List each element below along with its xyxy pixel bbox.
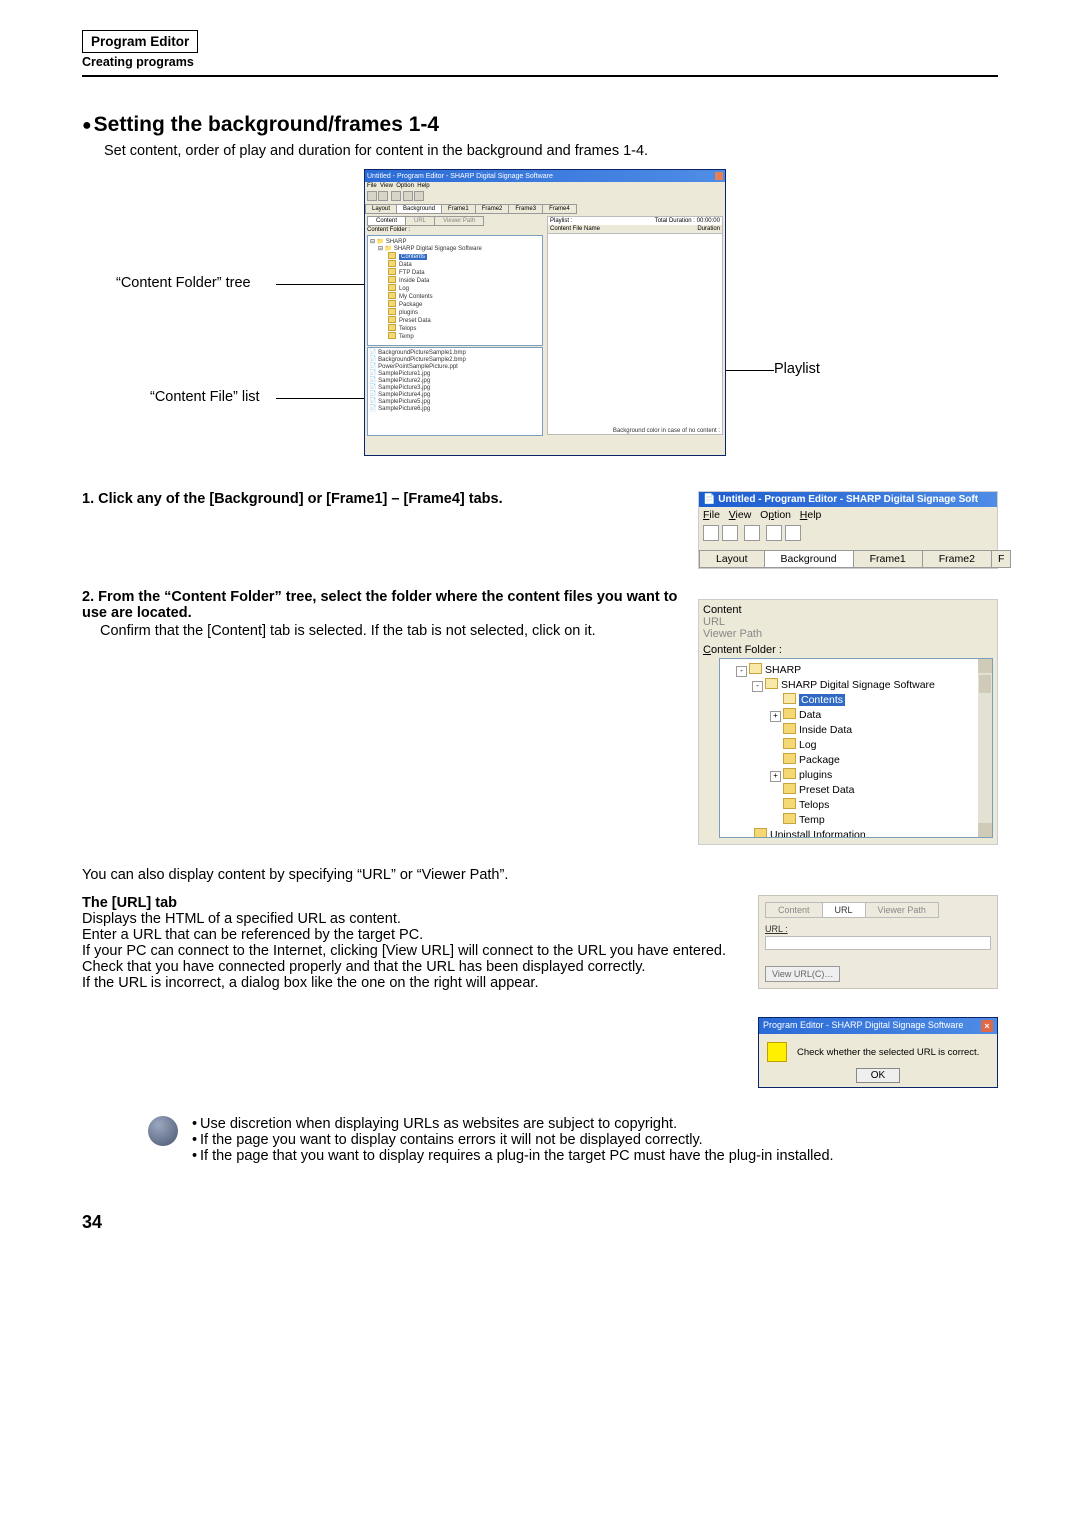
callout-content-folder-tree: “Content Folder” tree	[116, 275, 251, 291]
url-tab-head: The [URL] tab	[82, 895, 744, 911]
header-box: Program Editor	[82, 30, 198, 53]
header-rule	[82, 75, 998, 77]
callout-playlist: Playlist	[774, 361, 820, 377]
url-input[interactable]	[765, 936, 991, 950]
header-sub: Creating programs	[82, 55, 998, 69]
intro-text: Set content, order of play and duration …	[104, 143, 998, 159]
page-number: 34	[82, 1212, 998, 1233]
panel-tree-screenshot: Content URL Viewer Path Content Folder :…	[698, 599, 998, 845]
section-title: ●Setting the background/frames 1-4	[82, 113, 998, 137]
desc-url-viewer: You can also display content by specifyi…	[82, 867, 998, 883]
ok-button[interactable]: OK	[856, 1068, 900, 1083]
error-dialog: Program Editor - SHARP Digital Signage S…	[758, 1017, 998, 1088]
view-url-button[interactable]: View URL(C)…	[765, 966, 840, 982]
panel-tabs-screenshot: 📄 Untitled - Program Editor - SHARP Digi…	[698, 491, 998, 569]
app-window-screenshot: Untitled - Program Editor - SHARP Digita…	[364, 169, 726, 456]
url-section: The [URL] tab Displays the HTML of a spe…	[82, 895, 998, 1088]
figure-main: “Content Folder” tree “Content File” lis…	[82, 169, 998, 469]
close-icon[interactable]: ×	[981, 1020, 993, 1032]
url-panel-screenshot: Content URL Viewer Path URL : View URL(C…	[758, 895, 998, 989]
step-2: 2. From the “Content Folder” tree, selec…	[82, 589, 998, 845]
folder-tree: -SHARP -SHARP Digital Signage Software C…	[719, 658, 993, 838]
step-1: 1. Click any of the [Background] or [Fra…	[82, 491, 998, 569]
warning-icon	[767, 1042, 787, 1062]
filelist-mini: 📄 BackgroundPictureSample1.bmp📄 Backgrou…	[367, 347, 543, 436]
callout-content-file-list: “Content File” list	[150, 389, 260, 405]
note-icon	[148, 1116, 178, 1146]
tree-mini: ⊟ 📁 SHARP ⊟ 📁 SHARP Digital Signage Soft…	[367, 235, 543, 346]
notes: •Use discretion when displaying URLs as …	[82, 1116, 998, 1164]
